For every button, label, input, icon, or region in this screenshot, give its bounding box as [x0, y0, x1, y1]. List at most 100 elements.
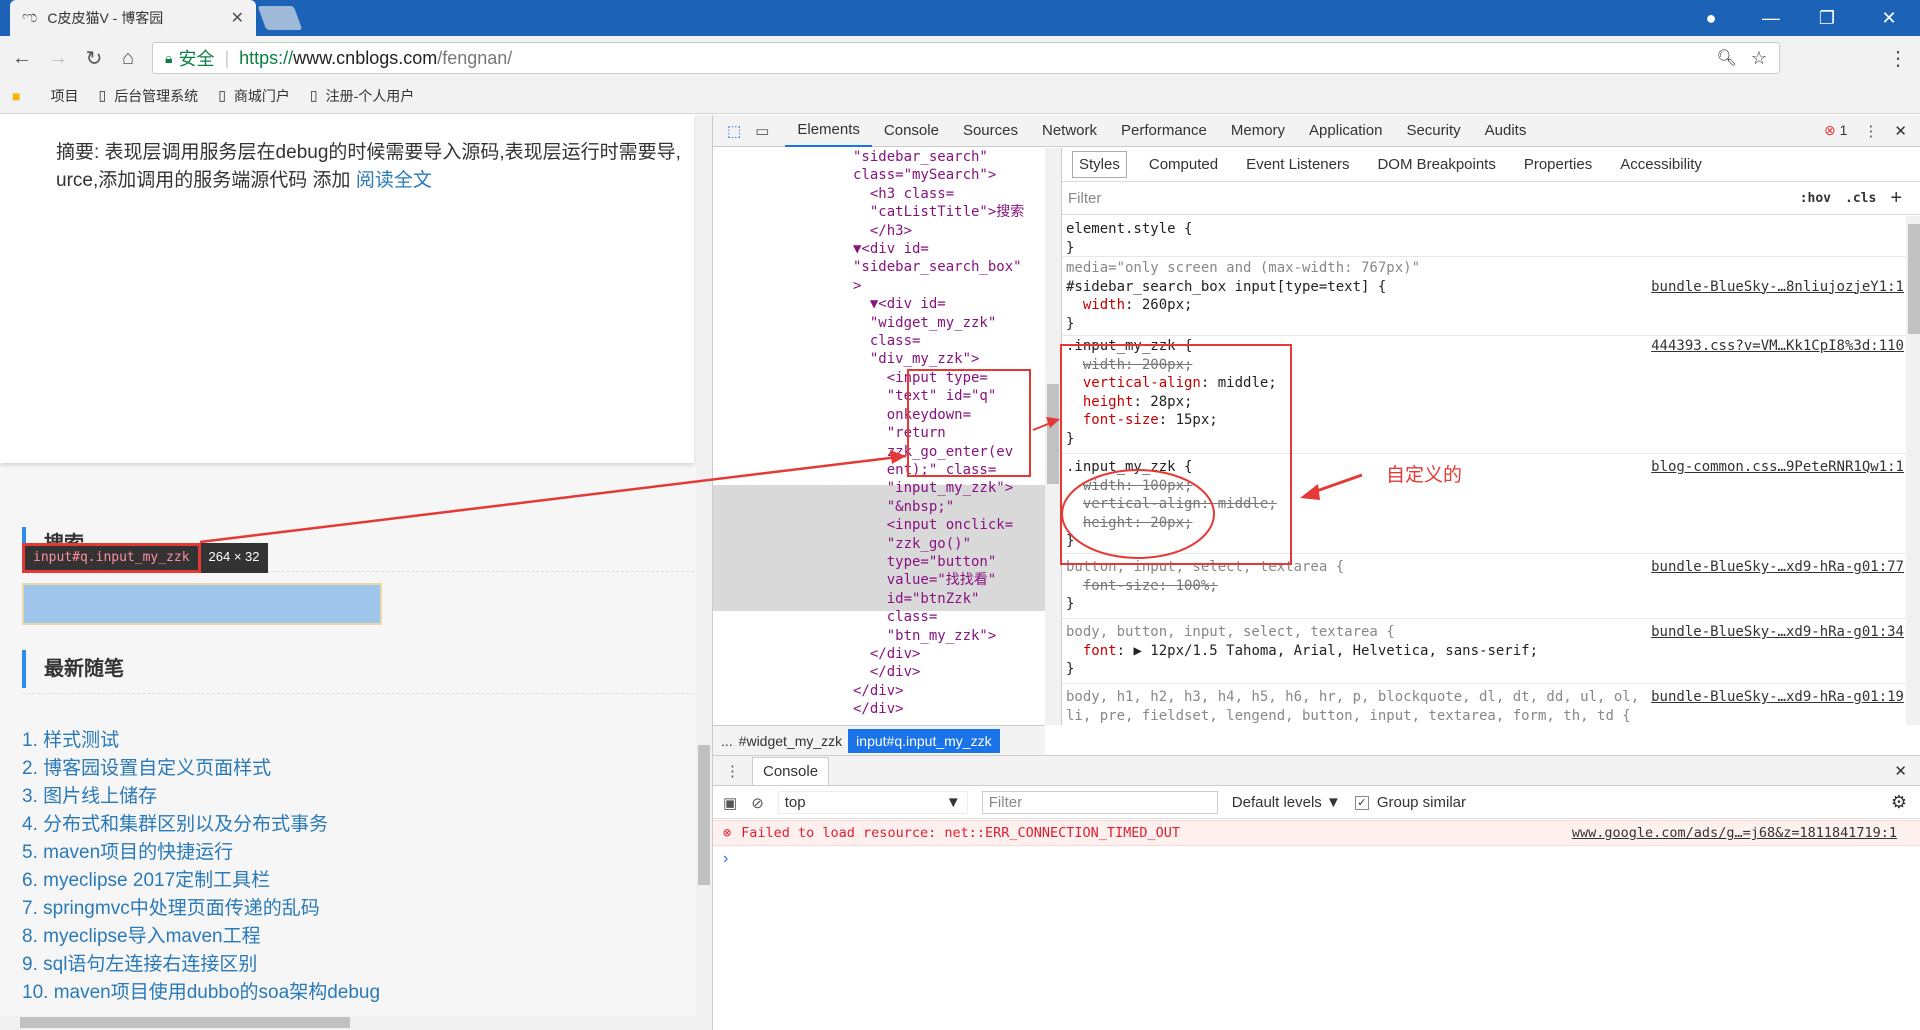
home-icon[interactable]: ⌂: [114, 44, 142, 72]
dom-node-line[interactable]: >: [713, 277, 1045, 295]
bookmark-mall[interactable]: ▯ 商城门户: [218, 86, 290, 106]
subtab-event-listeners[interactable]: Event Listeners: [1240, 152, 1355, 177]
post-link[interactable]: 8. myeclipse导入maven工程: [22, 923, 380, 951]
post-link[interactable]: 10. maven项目使用dubbo的soa架构debug: [22, 979, 380, 1007]
css-value[interactable]: ▶ 12px/1.5 Tahoma, Arial, Helvetica, san…: [1133, 643, 1538, 659]
error-count-badge[interactable]: ⊗ 1: [1824, 122, 1847, 139]
tab-network[interactable]: Network: [1030, 115, 1109, 147]
minimize-icon[interactable]: —: [1744, 0, 1798, 36]
new-rule-icon[interactable]: +: [1890, 187, 1902, 210]
source-link[interactable]: bundle-BlueSky-…xd9-hRa-g01:77: [1651, 558, 1904, 577]
post-link[interactable]: 6. myeclipse 2017定制工具栏: [22, 867, 380, 895]
page-vertical-scrollbar[interactable]: [696, 115, 712, 1015]
close-tab-icon[interactable]: ✕: [231, 8, 244, 28]
dom-scrollbar[interactable]: [1045, 148, 1061, 725]
profile-icon[interactable]: ●: [1684, 0, 1738, 36]
dom-node-line[interactable]: <h3 class=: [713, 185, 1045, 203]
back-icon[interactable]: ←: [8, 44, 36, 72]
dom-node-line[interactable]: </div>: [713, 645, 1045, 663]
console-tab[interactable]: Console: [752, 756, 830, 785]
source-link[interactable]: bundle-BlueSky-…xd9-hRa-g01:34: [1651, 623, 1904, 642]
dom-node-line[interactable]: <input onclick=: [713, 516, 1045, 534]
group-similar-checkbox[interactable]: ✓ Group similar: [1354, 794, 1466, 811]
source-link[interactable]: bundle-BlueSky-…8nliujozjeY1:1: [1651, 278, 1904, 297]
post-link[interactable]: 2. 博客园设置自定义页面样式: [22, 755, 380, 783]
dom-node-line[interactable]: "widget_my_zzk": [713, 314, 1045, 332]
clear-console-icon[interactable]: ⊘: [751, 794, 764, 812]
bookmark-admin[interactable]: ▯ 后台管理系统: [98, 86, 198, 106]
tab-elements[interactable]: Elements: [785, 115, 872, 147]
breadcrumb-item[interactable]: #widget_my_zzk: [739, 733, 843, 749]
device-toolbar-icon[interactable]: ▭: [751, 122, 785, 140]
browser-tab[interactable]: ಌ C皮皮猫V - 博客园 ✕: [10, 0, 256, 36]
post-link[interactable]: 1. 样式测试: [22, 727, 380, 755]
dom-node-line[interactable]: class=: [713, 608, 1045, 626]
close-devtools-icon[interactable]: ✕: [1894, 122, 1920, 140]
source-link[interactable]: 444393.css?v=VM…Kk1CpI8%3d:110: [1651, 337, 1904, 356]
dom-node-line[interactable]: </h3>: [713, 222, 1045, 240]
dom-node-line[interactable]: ▼<div id=: [713, 295, 1045, 313]
post-link[interactable]: 9. sql语句左连接右连接区别: [22, 951, 380, 979]
bookmark-register[interactable]: ▯ 注册-个人用户: [310, 86, 414, 106]
restore-icon[interactable]: ❐: [1800, 0, 1854, 36]
subtab-styles[interactable]: Styles: [1072, 151, 1127, 178]
read-more-link[interactable]: 阅读全文: [356, 170, 432, 191]
css-prop[interactable]: font-size: [1083, 578, 1159, 594]
tab-performance[interactable]: Performance: [1109, 115, 1219, 147]
dom-node-line[interactable]: "div_my_zzk">: [713, 350, 1045, 368]
dom-node-line[interactable]: "input_my_zzk">: [713, 479, 1045, 497]
dom-node-line[interactable]: class="mySearch">: [713, 166, 1045, 184]
address-bar[interactable]: 🔒︎ 安全 | https:// www.cnblogs.com /fengna…: [152, 42, 1780, 74]
dom-node-line[interactable]: "zzk_go()": [713, 535, 1045, 553]
tab-sources[interactable]: Sources: [951, 115, 1030, 147]
subtab-properties[interactable]: Properties: [1518, 152, 1598, 177]
styles-filter-input[interactable]: Filter: [1068, 190, 1800, 207]
error-source-link[interactable]: www.google.com/ads/g…=j68&z=1811841719:1: [1572, 825, 1897, 841]
drawer-menu-icon[interactable]: ⋮: [713, 762, 752, 780]
subtab-dom-breakpoints[interactable]: DOM Breakpoints: [1371, 152, 1501, 177]
reload-icon[interactable]: ↻: [80, 44, 108, 72]
tab-application[interactable]: Application: [1297, 115, 1394, 147]
context-select[interactable]: top ▼: [777, 791, 968, 814]
console-filter-input[interactable]: Filter: [981, 791, 1218, 814]
page-horizontal-scrollbar[interactable]: [0, 1015, 712, 1030]
inspect-element-icon[interactable]: ⬚: [713, 122, 751, 140]
breadcrumb-current[interactable]: input#q.input_my_zzk: [848, 728, 1000, 753]
devtools-menu-icon[interactable]: ⋮: [1847, 122, 1894, 140]
source-link[interactable]: blog-common.css…9PeteRNR1Qw1:1: [1651, 458, 1904, 477]
dom-node-line[interactable]: "catListTitle">搜索: [713, 203, 1045, 221]
breadcrumb-item[interactable]: ...: [721, 733, 733, 749]
dom-node-line[interactable]: </div>: [713, 663, 1045, 681]
css-prop[interactable]: font: [1083, 643, 1117, 659]
dom-node-line[interactable]: "&nbsp;": [713, 498, 1045, 516]
close-drawer-icon[interactable]: ✕: [1894, 762, 1920, 780]
dom-node-line[interactable]: "btn_my_zzk">: [713, 627, 1045, 645]
subtab-accessibility[interactable]: Accessibility: [1614, 152, 1708, 177]
dom-node-line[interactable]: type="button": [713, 553, 1045, 571]
dom-node-line[interactable]: </div>: [713, 700, 1045, 718]
console-prompt-icon[interactable]: ›: [723, 850, 728, 868]
styles-scrollbar[interactable]: [1906, 216, 1920, 725]
subtab-computed[interactable]: Computed: [1143, 152, 1224, 177]
menu-icon[interactable]: ⋮: [1884, 44, 1912, 72]
post-link[interactable]: 3. 图片线上储存: [22, 783, 380, 811]
post-link[interactable]: 7. springmvc中处理页面传递的乱码: [22, 895, 380, 923]
hov-toggle[interactable]: :hov: [1800, 191, 1831, 206]
dom-node-line[interactable]: </div>: [713, 682, 1045, 700]
post-link[interactable]: 5. maven项目的快捷运行: [22, 839, 380, 867]
close-window-icon[interactable]: ✕: [1862, 0, 1916, 36]
source-link[interactable]: bundle-BlueSky-…xd9-hRa-g01:19: [1651, 688, 1904, 707]
dom-node-line[interactable]: value="找找看": [713, 571, 1045, 589]
console-settings-icon[interactable]: ⚙: [1891, 792, 1907, 813]
search-input-highlight[interactable]: [22, 583, 382, 625]
css-value[interactable]: 100%;: [1176, 578, 1218, 594]
dom-node-line[interactable]: class=: [713, 332, 1045, 350]
css-prop[interactable]: width: [1083, 297, 1125, 313]
post-link[interactable]: 4. 分布式和集群区别以及分布式事务: [22, 811, 380, 839]
tab-console[interactable]: Console: [872, 115, 951, 147]
dom-node-line[interactable]: "sidebar_search_box": [713, 258, 1045, 276]
zoom-icon[interactable]: 🔍︎: [1717, 48, 1737, 68]
forward-icon[interactable]: →: [44, 44, 72, 72]
console-sidebar-icon[interactable]: ▣: [723, 794, 737, 812]
tab-memory[interactable]: Memory: [1219, 115, 1297, 147]
